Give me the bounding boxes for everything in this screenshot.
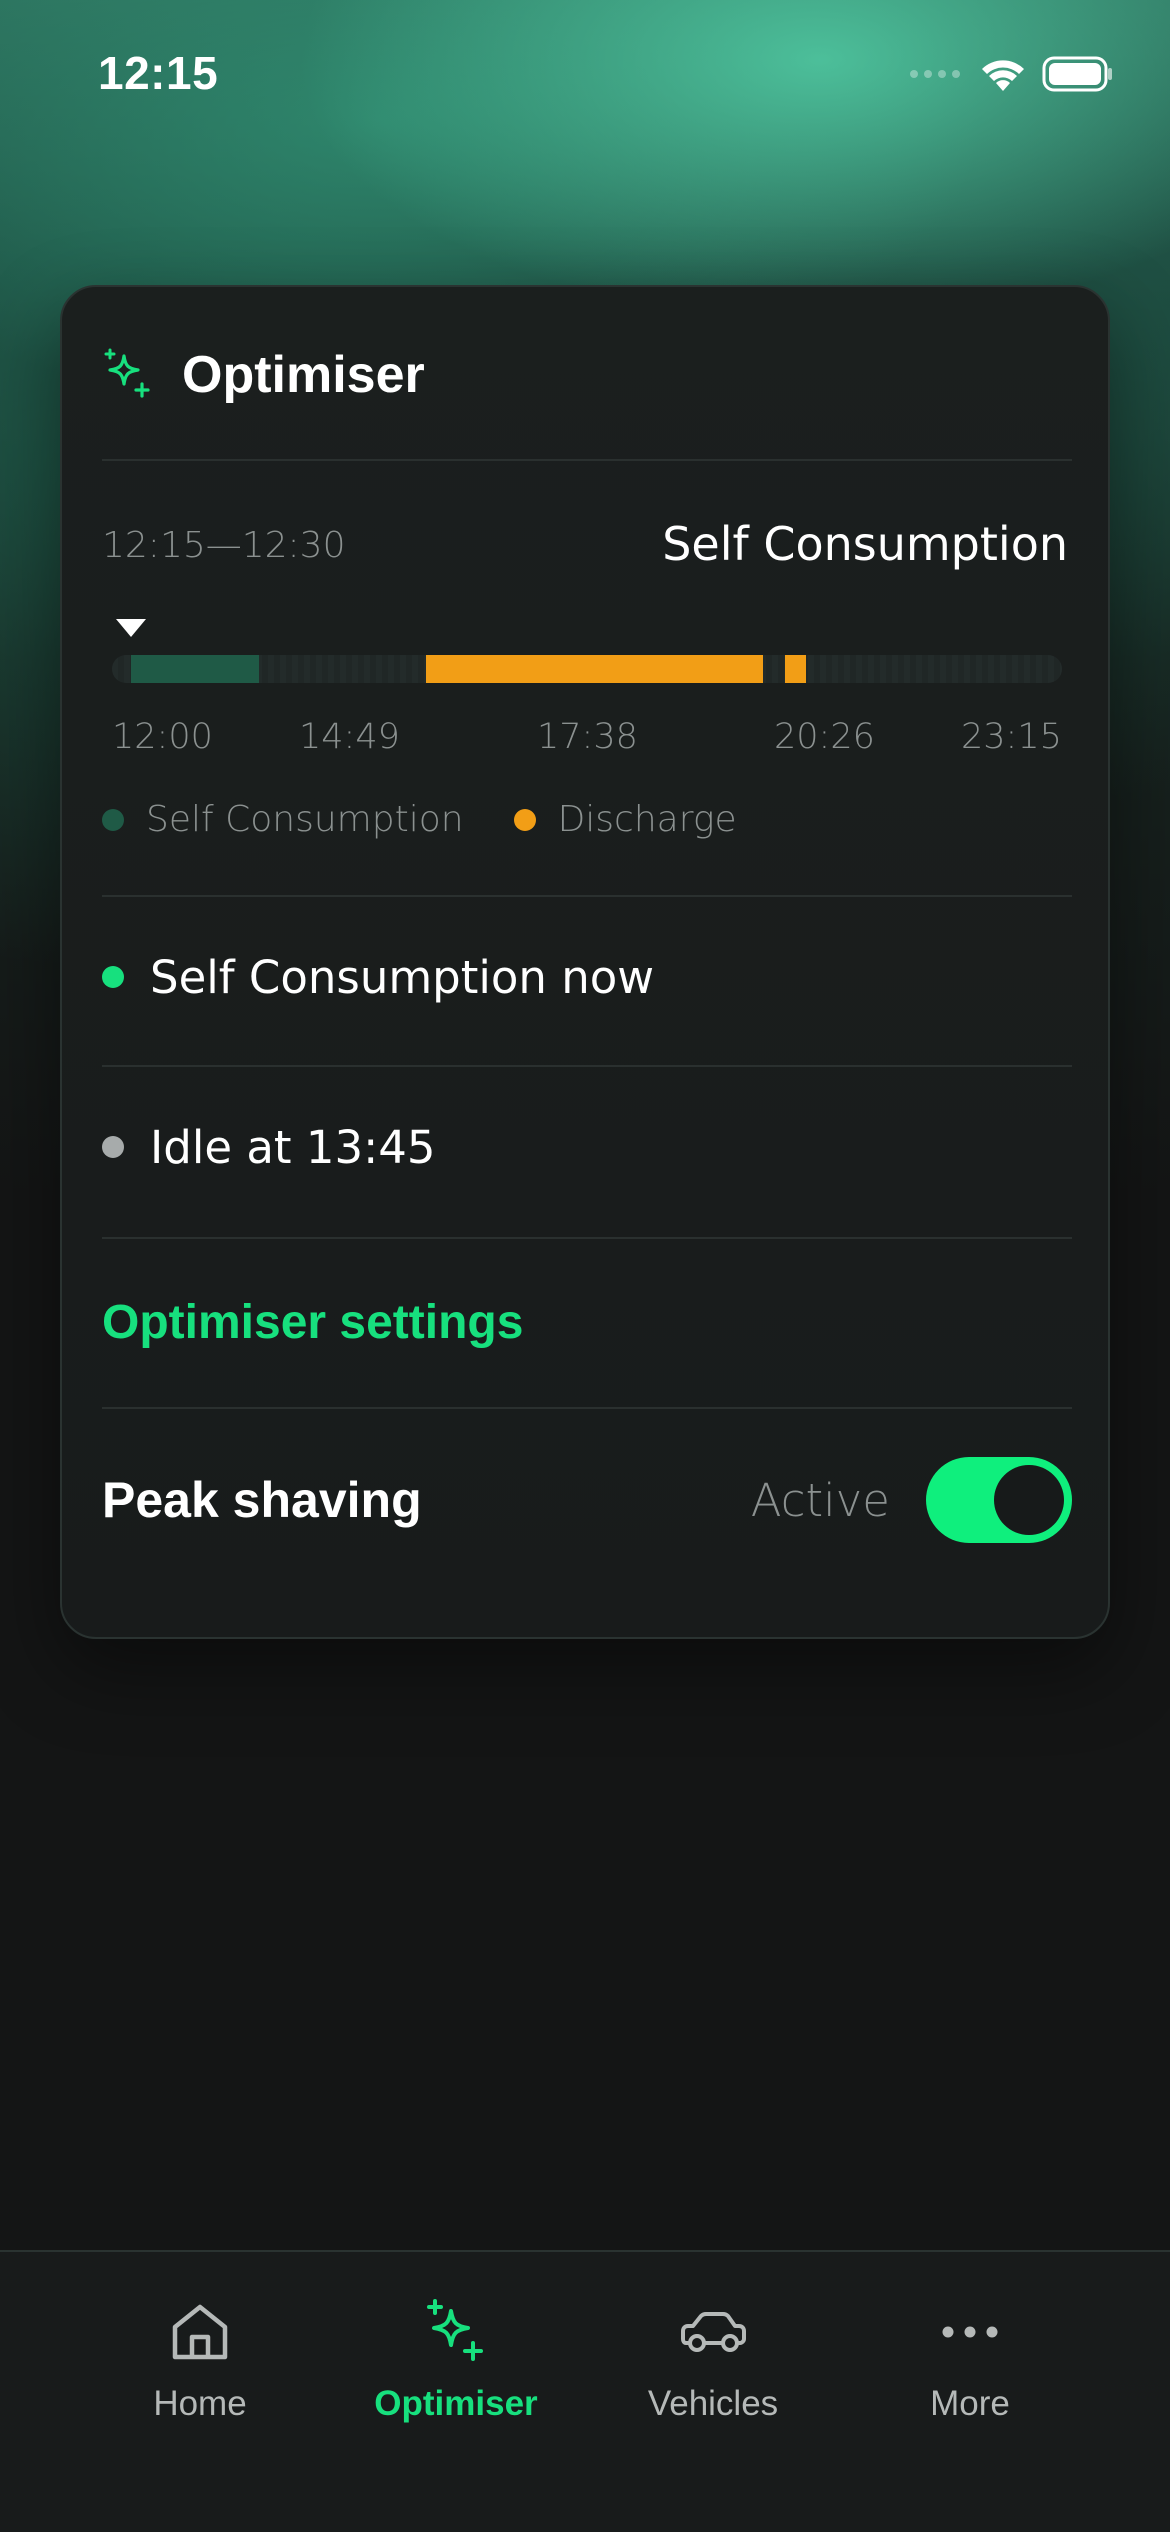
status-time: 12:15 xyxy=(98,47,219,99)
nav-label: Optimiser xyxy=(374,2384,538,2423)
home-icon xyxy=(160,2292,240,2372)
battery-icon xyxy=(1042,56,1112,92)
peak-shaving-toggle[interactable] xyxy=(926,1457,1072,1543)
current-time-marker xyxy=(116,619,146,637)
timeline-segment xyxy=(426,655,763,683)
nav-item-home[interactable]: Home xyxy=(75,2292,325,2442)
legend-dot xyxy=(102,808,124,831)
next-status-text: Idle at 13:45 xyxy=(150,1120,436,1174)
optimiser-settings-link[interactable]: Optimiser settings xyxy=(102,1295,523,1350)
slot-mode: Self Consumption xyxy=(662,517,1068,571)
more-icon xyxy=(930,2292,1010,2372)
card-title: Optimiser xyxy=(182,346,425,404)
peak-shaving-status: Active xyxy=(750,1473,890,1527)
timeline-tick-label: 12:00 xyxy=(112,717,213,757)
toggle-knob xyxy=(994,1465,1064,1535)
bottom-nav: Home Optimiser Vehicles More xyxy=(0,2250,1170,2532)
timeline-segment xyxy=(785,655,806,683)
divider xyxy=(102,1065,1072,1067)
timeline-legend: Self Consumption Discharge xyxy=(102,799,737,840)
signal-dots-icon xyxy=(910,70,960,78)
status-dot xyxy=(102,966,124,988)
status-dot xyxy=(102,1136,124,1158)
timeline-tick-label: 14:49 xyxy=(299,717,400,757)
timeline-tick-label: 20:26 xyxy=(774,717,875,757)
sparkles-icon xyxy=(104,348,150,398)
sparkles-icon xyxy=(416,2292,496,2372)
timeline-tick-label: 17:38 xyxy=(537,717,638,757)
nav-item-more[interactable]: More xyxy=(845,2292,1095,2442)
peak-shaving-row: Peak shaving Active xyxy=(102,1457,1072,1543)
nav-item-vehicles[interactable]: Vehicles xyxy=(588,2292,838,2442)
peak-shaving-label: Peak shaving xyxy=(102,1472,422,1528)
legend-item-self-consumption: Self Consumption xyxy=(102,799,464,840)
nav-label: Home xyxy=(153,2384,247,2423)
current-status-row: Self Consumption now xyxy=(102,937,1072,1017)
legend-item-discharge: Discharge xyxy=(513,799,737,840)
nav-label: More xyxy=(930,2384,1010,2423)
optimiser-card: Optimiser 12:15—12:30 Self Consumption 1… xyxy=(60,285,1110,1639)
divider xyxy=(102,1237,1072,1239)
status-icons xyxy=(908,52,1114,96)
nav-label: Vehicles xyxy=(647,2384,779,2423)
slot-time-range: 12:15—12:30 xyxy=(102,525,346,566)
timeline-tick-labels: 12:00 14:49 17:38 20:26 23:15 xyxy=(62,717,1112,767)
status-bar: 12:15 xyxy=(0,0,1170,150)
nav-item-optimiser[interactable]: Optimiser xyxy=(331,2292,581,2442)
optimiser-screen: 12:15 Optimiser 12:15—12:30 Self Consump… xyxy=(0,0,1170,2532)
timeline-tick-label: 23:15 xyxy=(961,717,1062,757)
schedule-timeline[interactable] xyxy=(112,655,1062,683)
card-header: Optimiser xyxy=(102,345,425,405)
car-icon xyxy=(673,2292,753,2372)
wifi-icon xyxy=(982,60,1024,91)
divider xyxy=(102,1407,1072,1409)
divider xyxy=(102,895,1072,897)
legend-label: Discharge xyxy=(557,799,737,840)
timeline-segment xyxy=(131,655,259,683)
next-status-row: Idle at 13:45 xyxy=(102,1107,1072,1187)
legend-label: Self Consumption xyxy=(146,799,464,840)
peak-shaving-controls: Active xyxy=(751,1457,1072,1543)
current-status-text: Self Consumption now xyxy=(150,950,655,1004)
divider xyxy=(102,459,1072,461)
legend-dot xyxy=(513,808,536,831)
